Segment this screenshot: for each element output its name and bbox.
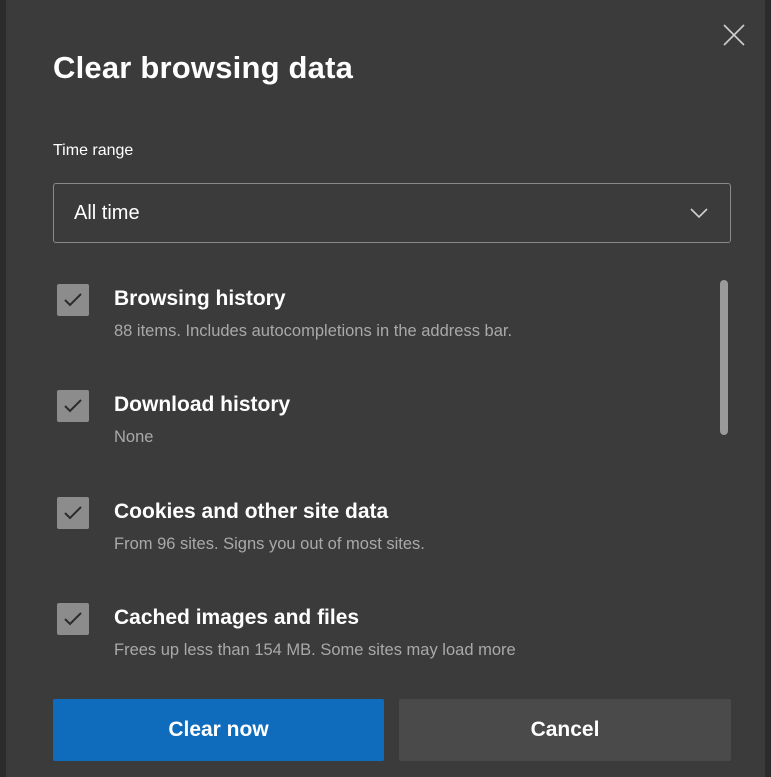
item-description: From 96 sites. Signs you out of most sit… — [114, 535, 425, 553]
dialog-title: Clear browsing data — [53, 50, 354, 85]
checkmark-icon — [64, 506, 82, 520]
item-description: 88 items. Includes autocompletions in th… — [114, 322, 513, 340]
time-range-select[interactable]: All time — [53, 183, 731, 243]
time-range-label: Time range — [53, 142, 134, 159]
item-title: Cached images and files — [114, 606, 360, 629]
list-scrollbar[interactable] — [720, 280, 728, 435]
item-title: Browsing history — [114, 287, 286, 310]
list-item-browsing-history[interactable]: Browsing history 88 items. Includes auto… — [53, 270, 703, 350]
list-item-download-history[interactable]: Download history None — [53, 376, 703, 456]
cached-images-checkbox[interactable] — [57, 603, 89, 635]
close-icon — [723, 24, 745, 46]
close-button[interactable] — [721, 22, 747, 48]
list-item-cached-images[interactable]: Cached images and files Frees up less th… — [53, 589, 703, 665]
clear-browsing-data-dialog: Clear browsing data Time range All time … — [0, 0, 771, 777]
clear-now-button[interactable]: Clear now — [53, 699, 384, 761]
cancel-button[interactable]: Cancel — [399, 699, 731, 761]
item-description: None — [114, 428, 154, 446]
item-title: Cookies and other site data — [114, 500, 389, 523]
download-history-checkbox[interactable] — [57, 390, 89, 422]
checkmark-icon — [64, 399, 82, 413]
browsing-history-checkbox[interactable] — [57, 284, 89, 316]
chevron-down-icon — [690, 208, 708, 219]
list-item-cookies[interactable]: Cookies and other site data From 96 site… — [53, 483, 703, 563]
data-type-list: Browsing history 88 items. Includes auto… — [53, 270, 703, 665]
time-range-value: All time — [74, 202, 140, 224]
checkmark-icon — [64, 293, 82, 307]
cookies-checkbox[interactable] — [57, 497, 89, 529]
item-description: Frees up less than 154 MB. Some sites ma… — [114, 641, 516, 659]
item-title: Download history — [114, 393, 291, 416]
checkmark-icon — [64, 612, 82, 626]
